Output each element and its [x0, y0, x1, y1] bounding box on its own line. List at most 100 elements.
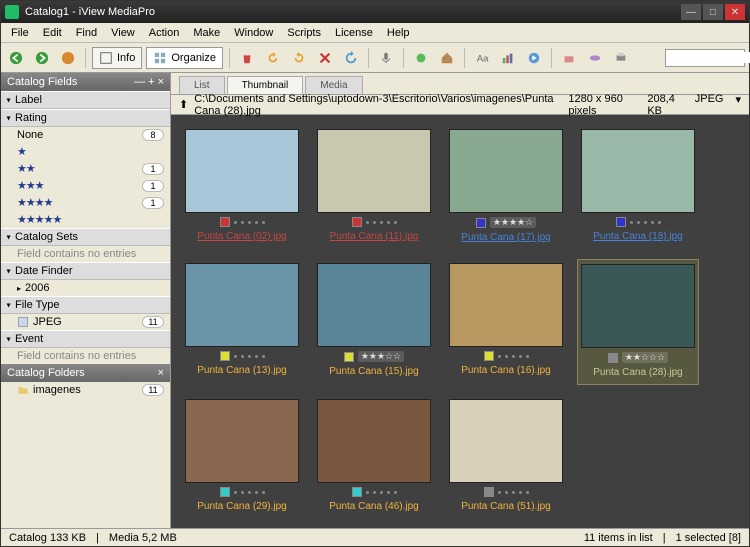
organize-button[interactable]: Organize — [146, 47, 223, 69]
toolbar: Info Organize Aa — [1, 43, 749, 73]
thumbnail-meta-row: ★★★☆☆ — [344, 351, 404, 362]
thumbnail-item[interactable]: ★★☆☆☆Punta Cana (28).jpg — [577, 259, 699, 385]
close-panel-icon[interactable]: × — [158, 76, 164, 88]
thumbnail-item[interactable]: Punta Cana (02).jpg — [181, 125, 303, 249]
color-label[interactable] — [484, 351, 494, 361]
media-size: Media 5,2 MB — [109, 532, 177, 544]
catalog-fields-header[interactable]: Catalog Fields —+× — [1, 73, 170, 91]
rotate-right-icon[interactable] — [288, 47, 310, 69]
close-folders-icon[interactable]: × — [158, 367, 164, 379]
thumbnail-meta-row — [484, 351, 529, 361]
info-button[interactable]: Info — [92, 47, 142, 69]
thumbnail-caption: Punta Cana (13).jpg — [197, 363, 287, 378]
minimize-button[interactable]: — — [681, 4, 701, 20]
thumbnail-item[interactable]: Punta Cana (11).jpg — [313, 125, 435, 249]
thumbnail-item[interactable]: Punta Cana (13).jpg — [181, 259, 303, 385]
menu-make[interactable]: Make — [187, 25, 226, 40]
trash-icon[interactable] — [236, 47, 258, 69]
menu-help[interactable]: Help — [381, 25, 416, 40]
color-label[interactable] — [220, 217, 230, 227]
menu-find[interactable]: Find — [70, 25, 103, 40]
color-label[interactable] — [220, 487, 230, 497]
color-label[interactable] — [476, 218, 486, 228]
stop-button[interactable] — [57, 47, 79, 69]
search-input[interactable] — [665, 49, 745, 67]
menu-action[interactable]: Action — [143, 25, 186, 40]
thumbnail-item[interactable]: ★★★★☆Punta Cana (17).jpg — [445, 125, 567, 249]
thumbnail-item[interactable]: Punta Cana (18).jpg — [577, 125, 699, 249]
catalog-folders-header[interactable]: Catalog Folders × — [1, 364, 170, 382]
color-label[interactable] — [352, 487, 362, 497]
color-label[interactable] — [220, 351, 230, 361]
event-empty: Field contains no entries — [1, 348, 170, 364]
thumbnail-item[interactable]: Punta Cana (29).jpg — [181, 395, 303, 518]
disk-icon[interactable] — [584, 47, 606, 69]
folder-imagenes-row[interactable]: imagenes11 — [1, 382, 170, 398]
filetype-jpeg-row[interactable]: JPEG11 — [1, 314, 170, 330]
delete-icon[interactable] — [314, 47, 336, 69]
menu-edit[interactable]: Edit — [37, 25, 68, 40]
thumbnail-image — [317, 399, 431, 483]
play-icon[interactable] — [523, 47, 545, 69]
color-label[interactable] — [352, 217, 362, 227]
rating-2-row[interactable]: ★★1 — [1, 160, 170, 177]
menu-file[interactable]: File — [5, 25, 35, 40]
statusbar: Catalog 133 KB | Media 5,2 MB 11 items i… — [1, 528, 749, 546]
color-label[interactable] — [616, 217, 626, 227]
chevron-down-icon[interactable]: ▾ — [735, 93, 741, 117]
file-path: C:\Documents and Settings\uptodown-3\Esc… — [194, 93, 562, 117]
thumbnail-image — [581, 129, 695, 213]
text-size-icon[interactable]: Aa — [471, 47, 493, 69]
thumbnail-item[interactable]: Punta Cana (16).jpg — [445, 259, 567, 385]
thumbnail-image — [449, 129, 563, 213]
refresh-icon[interactable] — [340, 47, 362, 69]
rating-1-row[interactable]: ★ — [1, 143, 170, 160]
chart-icon[interactable] — [497, 47, 519, 69]
rating-5-row[interactable]: ★★★★★ — [1, 211, 170, 228]
color-label[interactable] — [608, 353, 618, 363]
menu-license[interactable]: License — [329, 25, 379, 40]
window-title: Catalog1 - iView MediaPro — [25, 6, 681, 18]
menu-scripts[interactable]: Scripts — [281, 25, 327, 40]
menu-view[interactable]: View — [105, 25, 141, 40]
rotate-left-icon[interactable] — [262, 47, 284, 69]
maximize-button[interactable]: □ — [703, 4, 723, 20]
rating-4-row[interactable]: ★★★★1 — [1, 194, 170, 211]
file-type-section[interactable]: File Type — [1, 296, 170, 314]
collapse-icon[interactable]: — — [134, 76, 145, 88]
home-icon[interactable] — [436, 47, 458, 69]
tab-list[interactable]: List — [179, 76, 225, 94]
back-button[interactable] — [5, 47, 27, 69]
thumbnail-item[interactable]: Punta Cana (51).jpg — [445, 395, 567, 518]
event-section[interactable]: Event — [1, 330, 170, 348]
thumbnail-grid: Punta Cana (02).jpgPunta Cana (11).jpg★★… — [171, 115, 749, 528]
thumbnail-meta-row — [220, 487, 265, 497]
titlebar: Catalog1 - iView MediaPro — □ ✕ — [1, 1, 749, 23]
label-section[interactable]: Label — [1, 91, 170, 109]
rating-3-row[interactable]: ★★★1 — [1, 177, 170, 194]
export-icon[interactable] — [558, 47, 580, 69]
tab-thumbnail[interactable]: Thumbnail — [227, 76, 304, 94]
rating-section[interactable]: Rating — [1, 109, 170, 127]
thumbnail-meta-row — [352, 487, 397, 497]
thumbnail-item[interactable]: Punta Cana (46).jpg — [313, 395, 435, 518]
mic-icon[interactable] — [375, 47, 397, 69]
path-up-icon[interactable]: ⬆ — [179, 98, 188, 111]
color-label[interactable] — [484, 487, 494, 497]
rating-none-row[interactable]: None8 — [1, 127, 170, 143]
add-icon[interactable]: + — [148, 76, 154, 88]
thumbnail-caption: Punta Cana (17).jpg — [461, 230, 551, 245]
close-button[interactable]: ✕ — [725, 4, 745, 20]
catalog-sets-section[interactable]: Catalog Sets — [1, 228, 170, 246]
selected-count: 1 selected [8] — [676, 532, 741, 544]
print-icon[interactable] — [610, 47, 632, 69]
forward-button[interactable] — [31, 47, 53, 69]
color-label[interactable] — [344, 352, 354, 362]
tag-icon[interactable] — [410, 47, 432, 69]
tab-media[interactable]: Media — [305, 76, 362, 94]
date-finder-section[interactable]: Date Finder — [1, 262, 170, 280]
thumbnail-item[interactable]: ★★★☆☆Punta Cana (15).jpg — [313, 259, 435, 385]
menu-window[interactable]: Window — [228, 25, 279, 40]
date-2006-row[interactable]: ▸2006 — [1, 280, 170, 296]
thumbnail-meta-row — [220, 351, 265, 361]
